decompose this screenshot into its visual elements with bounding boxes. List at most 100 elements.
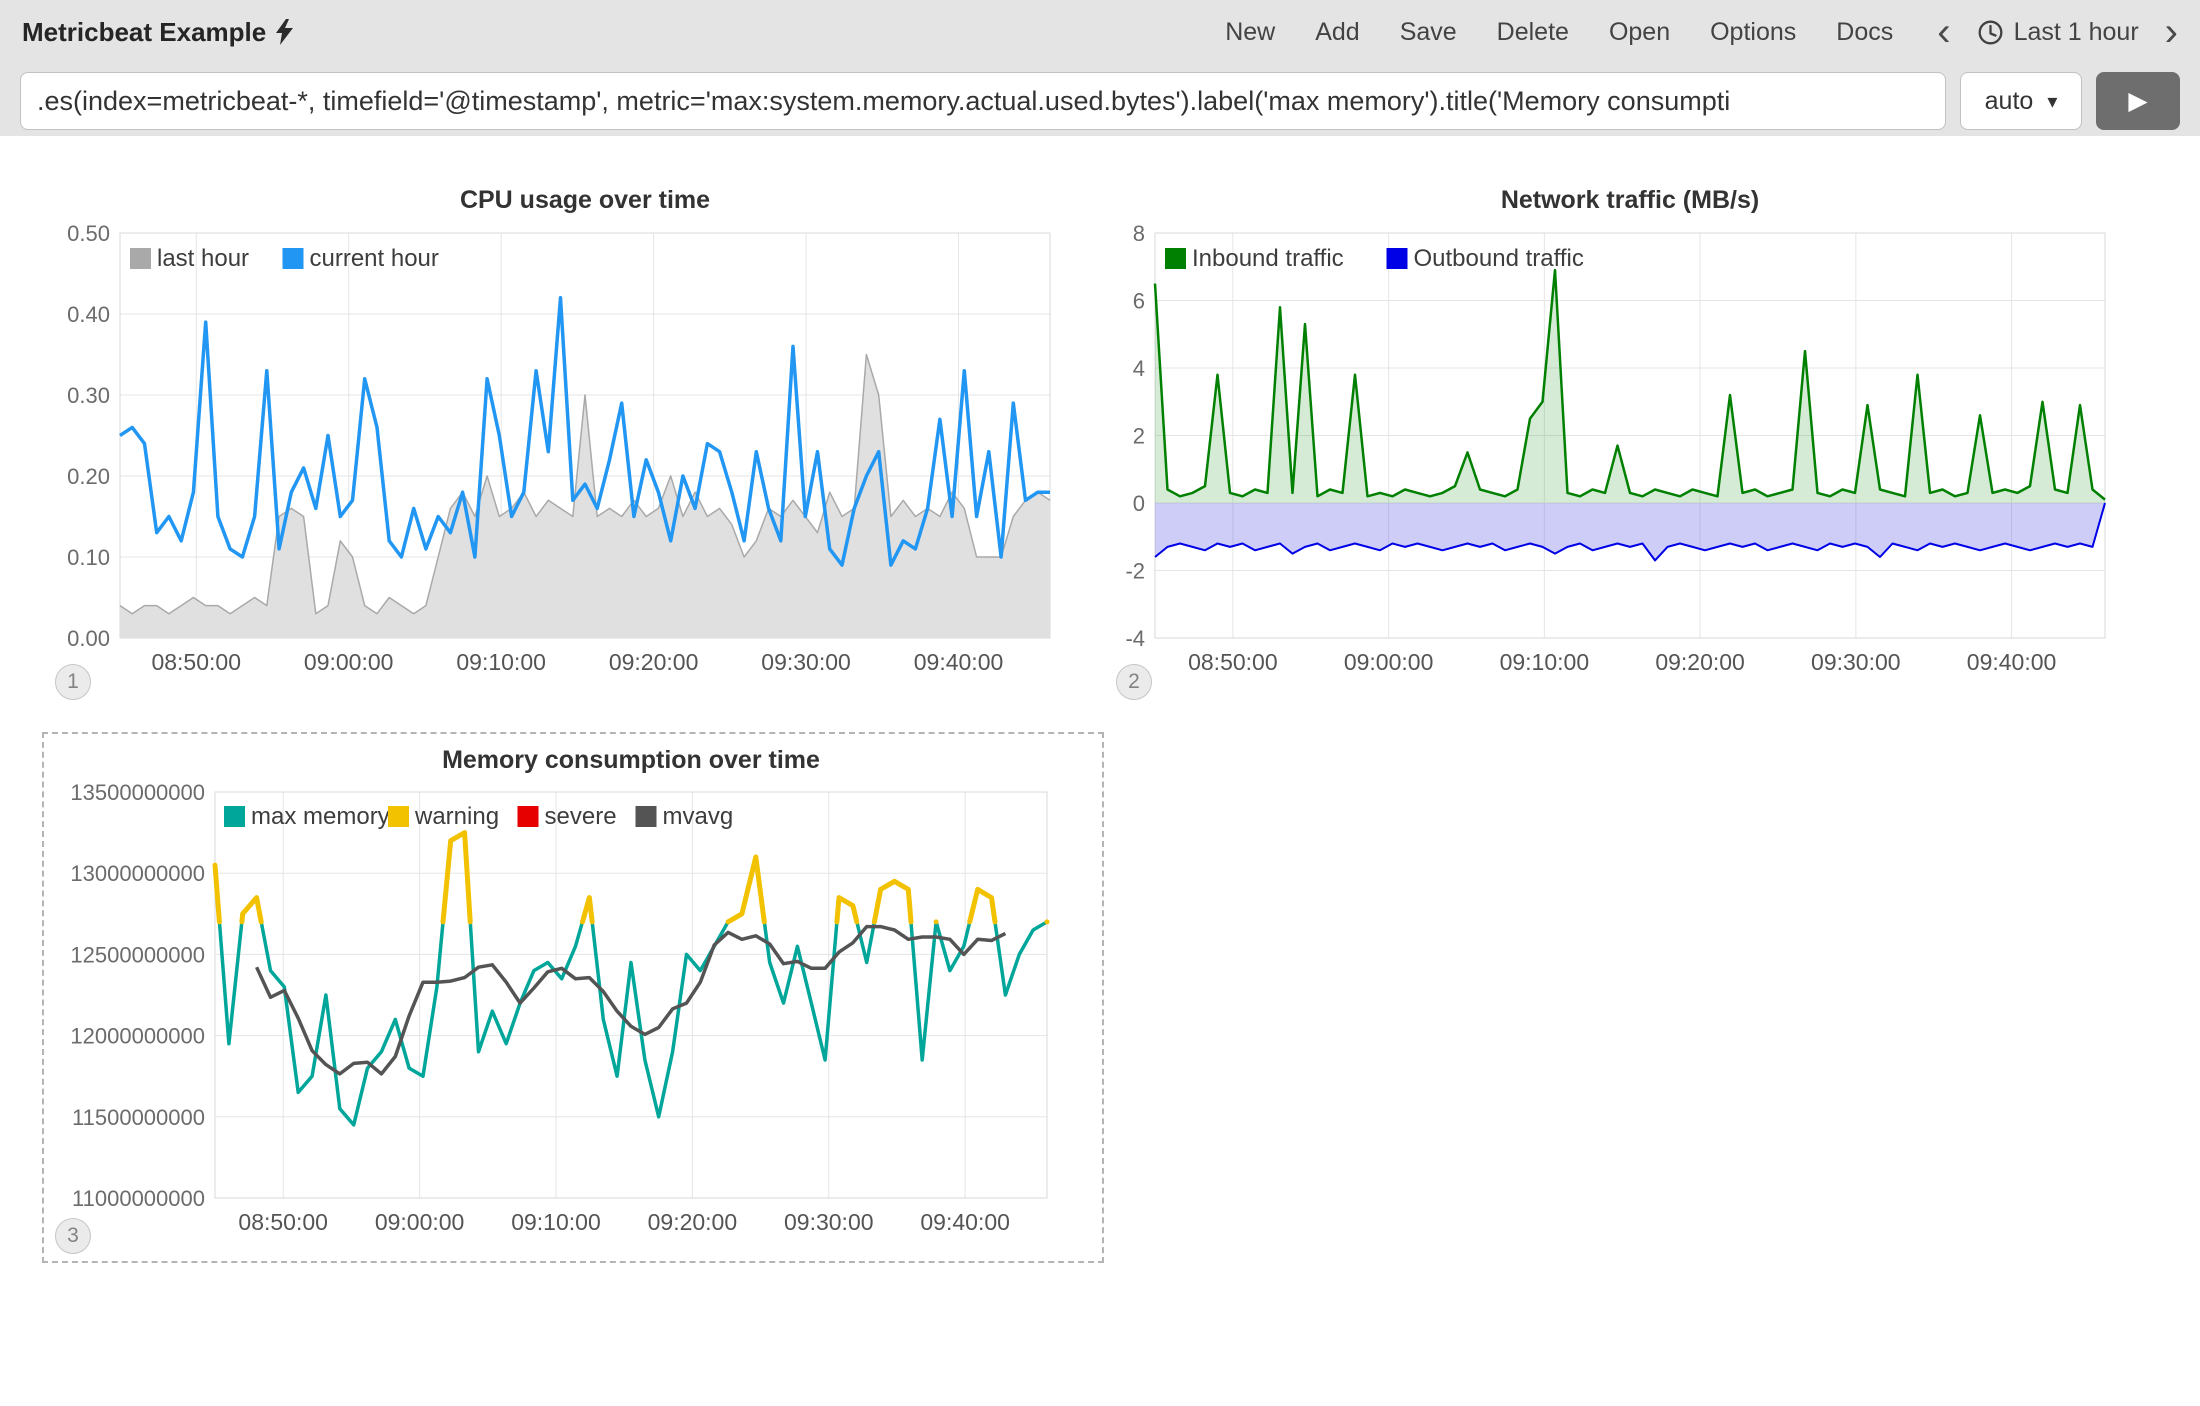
chart-badge-3: 3 bbox=[55, 1218, 91, 1254]
svg-text:09:30:00: 09:30:00 bbox=[784, 1209, 874, 1235]
play-button[interactable]: ▶ bbox=[2096, 72, 2180, 130]
svg-text:-4: -4 bbox=[1125, 626, 1145, 651]
y-axis-labels: -4-202468 bbox=[1125, 221, 1145, 651]
svg-text:09:20:00: 09:20:00 bbox=[1655, 649, 1745, 675]
svg-text:09:40:00: 09:40:00 bbox=[1967, 649, 2057, 675]
timelion-expression-input[interactable] bbox=[20, 72, 1946, 130]
timelion-app: Metricbeat Example New Add Save Delete O… bbox=[0, 0, 2200, 1406]
svg-text:warning: warning bbox=[414, 803, 499, 830]
svg-text:12000000000: 12000000000 bbox=[70, 1024, 205, 1049]
x-axis-labels: 08:50:0009:00:0009:10:0009:20:0009:30:00… bbox=[151, 649, 1003, 675]
time-range-label: Last 1 hour bbox=[2014, 18, 2139, 47]
svg-text:0.00: 0.00 bbox=[67, 626, 110, 651]
svg-text:09:10:00: 09:10:00 bbox=[1500, 649, 1590, 675]
chart-title: Memory consumption over time bbox=[215, 746, 1047, 775]
memory-consumption-chart-canvas[interactable]: 11000000000 11500000000 12000000000 1250000… bbox=[44, 780, 1106, 1250]
nav-menu: New Add Save Delete Open Options Docs bbox=[1225, 18, 1893, 47]
legend-item-Inbound-traffic: Inbound traffic bbox=[1165, 245, 1344, 272]
svg-text:13500000000: 13500000000 bbox=[70, 780, 205, 805]
series-last-hour bbox=[120, 355, 1050, 639]
memory-consumption-chart[interactable]: Memory consumption over time 11000000000… bbox=[42, 732, 1104, 1263]
svg-text:last hour: last hour bbox=[157, 245, 249, 272]
y-axis-labels: 11000000000 11500000000 12000000000 1250000… bbox=[70, 780, 205, 1211]
svg-text:0.30: 0.30 bbox=[67, 383, 110, 408]
play-icon: ▶ bbox=[2128, 89, 2147, 114]
svg-text:0.40: 0.40 bbox=[67, 302, 110, 327]
svg-text:09:30:00: 09:30:00 bbox=[1811, 649, 1901, 675]
chart-badge-1: 1 bbox=[55, 664, 91, 700]
legend: max memory warning severe mvavg bbox=[224, 803, 733, 830]
svg-text:09:00:00: 09:00:00 bbox=[304, 649, 394, 675]
svg-text:09:40:00: 09:40:00 bbox=[914, 649, 1004, 675]
svg-text:mvavg: mvavg bbox=[663, 803, 734, 830]
chart-badge-2: 2 bbox=[1116, 664, 1152, 700]
interval-value: auto bbox=[1985, 87, 2034, 116]
svg-text:09:10:00: 09:10:00 bbox=[511, 1209, 601, 1235]
x-axis-labels: 08:50:0009:00:0009:10:0009:20:0009:30:00… bbox=[1188, 649, 2056, 675]
gridlines bbox=[215, 792, 1047, 1198]
lightning-bolt-icon bbox=[276, 19, 293, 45]
svg-text:Outbound traffic: Outbound traffic bbox=[1414, 245, 1584, 272]
svg-text:Inbound traffic: Inbound traffic bbox=[1192, 245, 1344, 272]
nav-item-new[interactable]: New bbox=[1225, 18, 1275, 47]
svg-text:0.10: 0.10 bbox=[67, 545, 110, 570]
svg-text:0: 0 bbox=[1133, 491, 1145, 516]
time-back-button[interactable]: ‹ bbox=[1937, 18, 1950, 46]
svg-text:12500000000: 12500000000 bbox=[70, 942, 205, 967]
svg-text:09:20:00: 09:20:00 bbox=[609, 649, 699, 675]
cpu-usage-chart[interactable]: CPU usage over time 0.00 0.10 0.20 0.30 0.40… bbox=[42, 186, 1057, 706]
svg-text:6: 6 bbox=[1133, 289, 1145, 314]
time-range-picker[interactable]: Last 1 hour bbox=[1977, 18, 2139, 47]
chart-title: Network traffic (MB/s) bbox=[1155, 186, 2105, 215]
series-Outbound-traffic bbox=[1155, 503, 2105, 560]
svg-text:4: 4 bbox=[1133, 356, 1145, 381]
network-traffic-chart-canvas[interactable]: -4-20246808:50:0009:00:0009:10:0009:20:0… bbox=[1120, 226, 2120, 706]
legend-item-current-hour: current hour bbox=[283, 245, 439, 272]
cpu-usage-chart-canvas[interactable]: 0.000.100.200.300.400.5008:50:0009:00:00… bbox=[42, 226, 1057, 706]
expression-row: auto ▾ ▶ bbox=[0, 64, 2200, 130]
svg-text:09:00:00: 09:00:00 bbox=[1344, 649, 1434, 675]
svg-text:0.20: 0.20 bbox=[67, 464, 110, 489]
nav-item-save[interactable]: Save bbox=[1400, 18, 1457, 47]
legend-item-mvavg: mvavg bbox=[636, 803, 734, 830]
navbar: Metricbeat Example New Add Save Delete O… bbox=[0, 0, 2200, 64]
legend: last hour current hour bbox=[130, 245, 439, 272]
svg-text:08:50:00: 08:50:00 bbox=[238, 1209, 328, 1235]
interval-select[interactable]: auto ▾ bbox=[1960, 72, 2082, 130]
nav-item-open[interactable]: Open bbox=[1609, 18, 1670, 47]
app-title-text: Metricbeat Example bbox=[22, 17, 266, 48]
legend-item-severe: severe bbox=[518, 803, 617, 830]
svg-text:max memory: max memory bbox=[251, 803, 390, 830]
nav-item-add[interactable]: Add bbox=[1315, 18, 1359, 47]
svg-text:08:50:00: 08:50:00 bbox=[151, 649, 241, 675]
series-warning bbox=[215, 833, 1047, 922]
svg-text:-2: -2 bbox=[1125, 559, 1145, 584]
legend-item-max-memory: max memory bbox=[224, 803, 390, 830]
x-axis-labels: 08:50:00 09:00:00 09:10:00 09:20:00 09:30:00… bbox=[238, 1209, 1009, 1235]
legend: Inbound traffic Outbound traffic bbox=[1165, 245, 1584, 272]
svg-text:09:30:00: 09:30:00 bbox=[761, 649, 851, 675]
nav-item-docs[interactable]: Docs bbox=[1836, 18, 1893, 47]
network-traffic-chart[interactable]: Network traffic (MB/s) -4-20246808:50:00… bbox=[1120, 186, 2120, 706]
time-controls: ‹ Last 1 hour › bbox=[1937, 18, 2178, 47]
y-axis-labels: 0.00 0.10 0.20 0.30 0.40 0.50 bbox=[67, 221, 110, 651]
svg-text:13000000000: 13000000000 bbox=[70, 861, 205, 886]
svg-text:09:20:00: 09:20:00 bbox=[648, 1209, 738, 1235]
topbar: Metricbeat Example New Add Save Delete O… bbox=[0, 0, 2200, 136]
series-max-memory bbox=[215, 833, 1047, 1125]
app-title: Metricbeat Example bbox=[22, 17, 293, 48]
svg-text:current hour: current hour bbox=[310, 245, 439, 272]
legend-item-Outbound-traffic: Outbound traffic bbox=[1387, 245, 1584, 272]
clock-icon bbox=[1977, 19, 2004, 46]
svg-text:0.50: 0.50 bbox=[67, 221, 110, 246]
chart-title: CPU usage over time bbox=[120, 186, 1050, 215]
svg-text:09:00:00: 09:00:00 bbox=[375, 1209, 465, 1235]
nav-item-options[interactable]: Options bbox=[1710, 18, 1796, 47]
svg-text:8: 8 bbox=[1133, 221, 1145, 246]
svg-text:11500000000: 11500000000 bbox=[72, 1105, 205, 1130]
svg-text:11000000000: 11000000000 bbox=[72, 1186, 205, 1211]
nav-item-delete[interactable]: Delete bbox=[1497, 18, 1569, 47]
svg-text:severe: severe bbox=[545, 803, 617, 830]
time-forward-button[interactable]: › bbox=[2165, 18, 2178, 46]
chevron-down-icon: ▾ bbox=[2047, 89, 2057, 114]
